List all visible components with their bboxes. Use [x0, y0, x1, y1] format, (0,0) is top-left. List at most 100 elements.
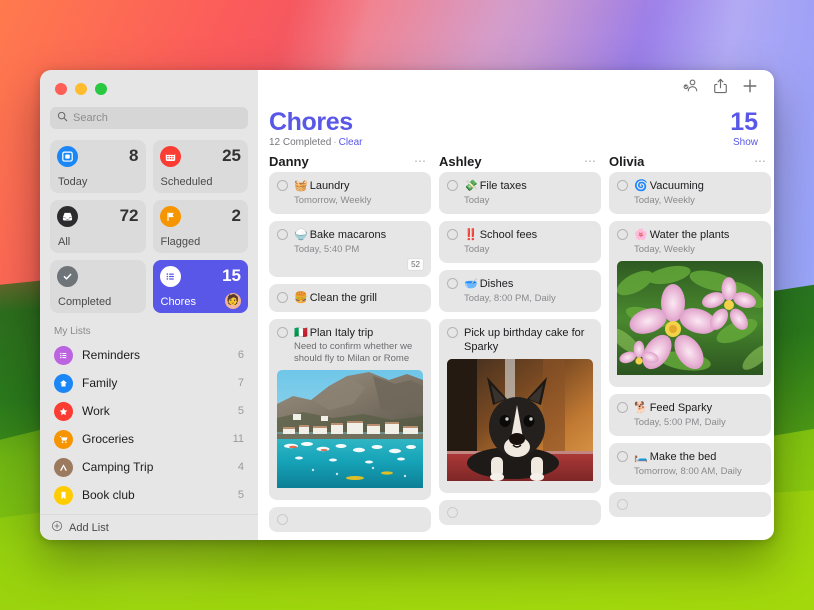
- reminder-card[interactable]: 🐕Feed Sparky Today, 5:00 PM, Daily: [609, 394, 771, 436]
- smart-list-count: 15: [222, 266, 241, 286]
- smart-list-flagged[interactable]: 2 Flagged: [153, 200, 249, 253]
- smart-list-scheduled[interactable]: 25 Scheduled: [153, 140, 249, 193]
- sidebar-item-reminders[interactable]: Reminders 6: [46, 341, 252, 369]
- complete-radio[interactable]: [617, 402, 628, 413]
- search-input[interactable]: [73, 112, 241, 124]
- list-header-right: 15 Show: [730, 108, 758, 148]
- reminder-card[interactable]: 🍚Bake macarons Today, 5:40 PM 52: [269, 221, 431, 277]
- smart-list-count: 8: [129, 146, 138, 166]
- star-icon: [54, 402, 73, 421]
- reminder-card[interactable]: 🌀Vacuuming Today, Weekly: [609, 172, 771, 214]
- complete-radio[interactable]: [277, 514, 288, 525]
- collaborate-button[interactable]: [682, 78, 699, 98]
- smart-list-label: Flagged: [161, 236, 201, 248]
- complete-radio[interactable]: [617, 229, 628, 240]
- complete-radio[interactable]: [617, 499, 628, 510]
- complete-radio[interactable]: [617, 451, 628, 462]
- smart-list-chores[interactable]: 15 Chores 🧑: [153, 260, 249, 313]
- sidebar-item-count: 6: [238, 349, 244, 361]
- separator-dot: ·: [333, 137, 336, 148]
- card-list: 🌀Vacuuming Today, Weekly 🌸Water the plan…: [609, 172, 771, 517]
- column-menu-button[interactable]: ⋯: [584, 157, 597, 165]
- smart-list-all[interactable]: 72 All: [50, 200, 146, 253]
- tent-icon: [54, 458, 73, 477]
- smart-list-count: 72: [120, 206, 139, 226]
- new-reminder-card[interactable]: [439, 500, 601, 525]
- flag-icon: [160, 206, 181, 227]
- sidebar-item-groceries[interactable]: Groceries 11: [46, 425, 252, 453]
- avatar: 🧑: [225, 293, 241, 309]
- cart-icon: [54, 430, 73, 449]
- reminders-window: 8 Today: [40, 70, 774, 540]
- reminder-title-row: 🛏️Make the bed: [634, 450, 763, 464]
- search-box[interactable]: [50, 107, 248, 129]
- reminder-note: Need to confirm whether we should fly to…: [294, 341, 423, 365]
- new-reminder-card[interactable]: [609, 492, 771, 517]
- reminder-title: Make the bed: [650, 451, 717, 463]
- my-lists-header: My Lists: [40, 313, 258, 341]
- search-container: [40, 103, 258, 129]
- reminder-card[interactable]: 🧺Laundry Tomorrow, Weekly: [269, 172, 431, 214]
- smart-list-today[interactable]: 8 Today: [50, 140, 146, 193]
- reminder-card[interactable]: 🍔Clean the grill: [269, 284, 431, 312]
- complete-radio[interactable]: [277, 292, 288, 303]
- complete-radio[interactable]: [447, 327, 458, 338]
- sidebar-item-camping-trip[interactable]: Camping Trip 4: [46, 453, 252, 481]
- complete-radio[interactable]: [447, 229, 458, 240]
- reminder-title: Plan Italy trip: [310, 327, 374, 339]
- complete-radio[interactable]: [617, 180, 628, 191]
- sidebar-item-label: Family: [82, 376, 229, 390]
- sidebar-item-count: 5: [238, 405, 244, 417]
- complete-radio[interactable]: [447, 180, 458, 191]
- clear-button[interactable]: Clear: [339, 137, 363, 148]
- complete-radio[interactable]: [277, 229, 288, 240]
- tray-icon: [57, 206, 78, 227]
- reminder-emoji: 💸: [464, 180, 478, 192]
- calendar-icon: [160, 146, 181, 167]
- reminder-title-row: 🍚Bake macarons: [294, 228, 423, 242]
- complete-radio[interactable]: [447, 507, 458, 518]
- sidebar-item-count: 4: [238, 461, 244, 473]
- complete-radio[interactable]: [277, 327, 288, 338]
- calendar-today-icon: [57, 146, 78, 167]
- column-olivia: Olivia ⋯ 🌀Vacuuming Today, Weekly: [609, 154, 771, 466]
- new-reminder-card[interactable]: [269, 507, 431, 532]
- show-button[interactable]: Show: [730, 137, 758, 148]
- sidebar-item-work[interactable]: Work 5: [46, 397, 252, 425]
- reminder-emoji: 🍚: [294, 229, 308, 241]
- reminder-subtitle: Today, Weekly: [634, 243, 763, 256]
- column-menu-button[interactable]: ⋯: [754, 157, 767, 165]
- smart-list-completed[interactable]: Completed: [50, 260, 146, 313]
- reminder-emoji: 🌸: [634, 229, 648, 241]
- window-controls: [40, 70, 258, 103]
- reminder-card[interactable]: Pick up birthday cake for Sparky: [439, 319, 601, 493]
- add-list-button[interactable]: Add List: [40, 514, 258, 540]
- minimize-button[interactable]: [75, 83, 87, 95]
- smart-list-label: Today: [58, 176, 87, 188]
- reminder-card[interactable]: ‼️School fees Today: [439, 221, 601, 263]
- zoom-button[interactable]: [95, 83, 107, 95]
- column-menu-button[interactable]: ⋯: [414, 157, 427, 165]
- sidebar-item-family[interactable]: Family 7: [46, 369, 252, 397]
- share-button[interactable]: [713, 78, 728, 99]
- reminder-title: Vacuuming: [650, 180, 704, 192]
- complete-radio[interactable]: [277, 180, 288, 191]
- sidebar-item-label: Work: [82, 404, 229, 418]
- reminder-card[interactable]: 🥣Dishes Today, 8:00 PM, Daily: [439, 270, 601, 312]
- add-list-label: Add List: [69, 522, 109, 534]
- column-title: Danny: [269, 154, 309, 169]
- sidebar-item-label: Book club: [82, 488, 229, 502]
- desktop-wallpaper: 8 Today: [0, 0, 814, 610]
- card-list: 💸File taxes Today ‼️School fees Today: [439, 172, 601, 525]
- complete-radio[interactable]: [447, 278, 458, 289]
- close-button[interactable]: [55, 83, 67, 95]
- add-reminder-button[interactable]: [742, 78, 758, 99]
- sidebar-item-book-club[interactable]: Book club 5: [46, 481, 252, 509]
- reminder-title: School fees: [480, 229, 537, 241]
- sidebar: 8 Today: [40, 70, 258, 540]
- reminder-card[interactable]: 🌸Water the plants Today, Weekly: [609, 221, 771, 387]
- reminder-card[interactable]: 🛏️Make the bed Tomorrow, 8:00 AM, Daily: [609, 443, 771, 485]
- reminder-card[interactable]: 🇮🇹Plan Italy trip Need to confirm whethe…: [269, 319, 431, 500]
- dog-photo: [447, 359, 593, 486]
- reminder-card[interactable]: 💸File taxes Today: [439, 172, 601, 214]
